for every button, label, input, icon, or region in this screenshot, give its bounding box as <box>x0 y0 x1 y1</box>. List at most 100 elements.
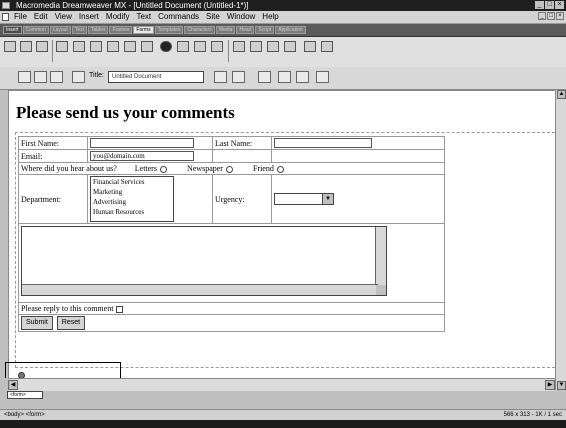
text-field-icon[interactable] <box>20 41 32 53</box>
form-text-icon[interactable] <box>304 41 316 53</box>
scroll-left-button[interactable]: ◀ <box>8 380 18 390</box>
list-item[interactable]: Advertising <box>93 197 173 207</box>
window-title: Macromedia Dreamweaver MX - [Untitled Do… <box>16 1 249 10</box>
design-view[interactable]: Please send us your comments First Name:… <box>8 90 555 379</box>
email-input[interactable]: you@domain.com <box>90 151 194 162</box>
form-outline[interactable]: First Name: Last Name: Email: you@domain… <box>15 132 555 368</box>
tab-forms[interactable]: Forms <box>133 26 154 34</box>
chevron-down-icon[interactable]: ▼ <box>322 194 333 205</box>
preview-icon[interactable] <box>232 71 245 83</box>
design-view-icon[interactable] <box>50 71 63 83</box>
friend-radio[interactable] <box>276 165 284 173</box>
form-label-icon[interactable] <box>267 41 279 53</box>
view-options-icon[interactable] <box>316 71 329 83</box>
menu-insert[interactable]: Insert <box>79 11 99 23</box>
form-group-icon[interactable] <box>284 41 296 53</box>
file-field-icon[interactable] <box>177 41 189 53</box>
form-icon[interactable] <box>4 41 16 53</box>
letters-radio[interactable] <box>159 165 167 173</box>
reply-checkbox[interactable] <box>116 305 124 313</box>
form-element-icon[interactable] <box>321 41 333 53</box>
insert-bar-label: Insert <box>3 26 22 34</box>
textarea-icon[interactable] <box>56 41 68 53</box>
horizontal-scrollbar[interactable]: ◀ ▶ <box>8 378 555 391</box>
department-listbox[interactable]: Financial Services Marketing Advertising… <box>90 176 174 223</box>
file-management-icon[interactable] <box>214 71 227 83</box>
tab-frames[interactable]: Frames <box>109 26 133 34</box>
tab-tables[interactable]: Tables <box>88 26 109 34</box>
textarea-horizontal-scrollbar[interactable] <box>22 284 378 296</box>
table-row: Please reply to this comment <box>18 302 445 316</box>
textarea-resize-corner[interactable] <box>376 285 386 296</box>
list-menu-icon[interactable] <box>124 41 136 53</box>
radio-group-icon[interactable] <box>107 41 119 53</box>
menu-window[interactable]: Window <box>227 11 255 23</box>
menu-commands[interactable]: Commands <box>158 11 199 23</box>
tab-templates[interactable]: Templates <box>154 26 184 34</box>
split-view-icon[interactable] <box>34 71 47 83</box>
title-input[interactable]: Untitled Document <box>108 71 204 83</box>
live-data-icon[interactable] <box>72 71 85 83</box>
label-icon[interactable] <box>211 41 223 53</box>
tab-script[interactable]: Script <box>255 26 275 34</box>
maximize-button[interactable]: □ <box>545 1 554 9</box>
heard-about-label: Where did you hear about us? <box>21 164 117 174</box>
newspaper-radio[interactable] <box>225 165 233 173</box>
doc-minimize-button[interactable]: _ <box>538 12 546 20</box>
menu-site[interactable]: Site <box>206 11 220 23</box>
doc-restore-button[interactable]: □ <box>547 12 555 20</box>
toolbar-separator <box>52 40 53 62</box>
document-window-controls: _ □ × <box>538 12 564 20</box>
refresh-icon[interactable] <box>258 71 271 83</box>
menu-edit[interactable]: Edit <box>34 11 48 23</box>
reset-button[interactable]: Reset <box>56 316 86 331</box>
menu-view[interactable]: View <box>55 11 72 23</box>
textarea-vertical-scrollbar[interactable] <box>375 227 386 288</box>
reference-icon[interactable] <box>278 71 291 83</box>
tag-selector[interactable]: <body> <form> <box>4 412 45 418</box>
image-field-icon[interactable] <box>160 41 172 53</box>
jump-menu-icon[interactable] <box>141 41 153 53</box>
comments-textarea[interactable] <box>21 226 387 297</box>
hidden-field-icon[interactable] <box>36 41 48 53</box>
reply-cell: Please reply to this comment <box>18 302 445 316</box>
department-label: Department: <box>18 174 88 225</box>
tab-media[interactable]: Media <box>215 26 236 34</box>
vertical-scrollbar[interactable]: ▲ ▼ <box>555 90 566 390</box>
tab-application[interactable]: Application <box>275 26 306 34</box>
urgency-select[interactable]: ▼ <box>274 193 334 206</box>
submit-button[interactable]: Submit <box>21 316 53 331</box>
last-name-cell <box>271 135 445 151</box>
code-navigation-icon[interactable] <box>296 71 309 83</box>
tab-text[interactable]: Text <box>71 26 87 34</box>
tab-characters[interactable]: Characters <box>184 26 215 34</box>
list-item[interactable]: Human Resources <box>93 207 173 217</box>
table-row: Department: Financial Services Marketing… <box>18 174 445 225</box>
tab-head[interactable]: Head <box>236 26 255 34</box>
first-name-label: First Name: <box>18 135 88 151</box>
radio-button-icon[interactable] <box>90 41 102 53</box>
checkbox-icon[interactable] <box>73 41 85 53</box>
scroll-up-button[interactable]: ▲ <box>557 90 566 99</box>
tab-common[interactable]: Common <box>22 26 49 34</box>
menu-modify[interactable]: Modify <box>106 11 130 23</box>
list-item[interactable]: Financial Services <box>93 177 173 187</box>
form-field-icon[interactable] <box>250 41 262 53</box>
last-name-input[interactable] <box>274 138 372 149</box>
code-view-icon[interactable] <box>18 71 31 83</box>
menu-file[interactable]: File <box>14 11 27 23</box>
menu-text[interactable]: Text <box>136 11 151 23</box>
scroll-down-button[interactable]: ▼ <box>557 381 566 390</box>
button-icon[interactable] <box>194 41 206 53</box>
first-name-input[interactable] <box>90 138 194 149</box>
selected-tag[interactable]: <form> <box>7 391 43 399</box>
doc-close-button[interactable]: × <box>556 12 564 20</box>
fieldset-icon[interactable] <box>233 41 245 53</box>
scroll-right-button[interactable]: ▶ <box>545 380 555 390</box>
close-button[interactable]: × <box>555 1 564 9</box>
list-item[interactable]: Marketing <box>93 187 173 197</box>
minimize-button[interactable]: _ <box>535 1 544 9</box>
tab-layout[interactable]: Layout <box>49 26 71 34</box>
menu-help[interactable]: Help <box>262 11 278 23</box>
department-cell: Financial Services Marketing Advertising… <box>87 174 213 225</box>
